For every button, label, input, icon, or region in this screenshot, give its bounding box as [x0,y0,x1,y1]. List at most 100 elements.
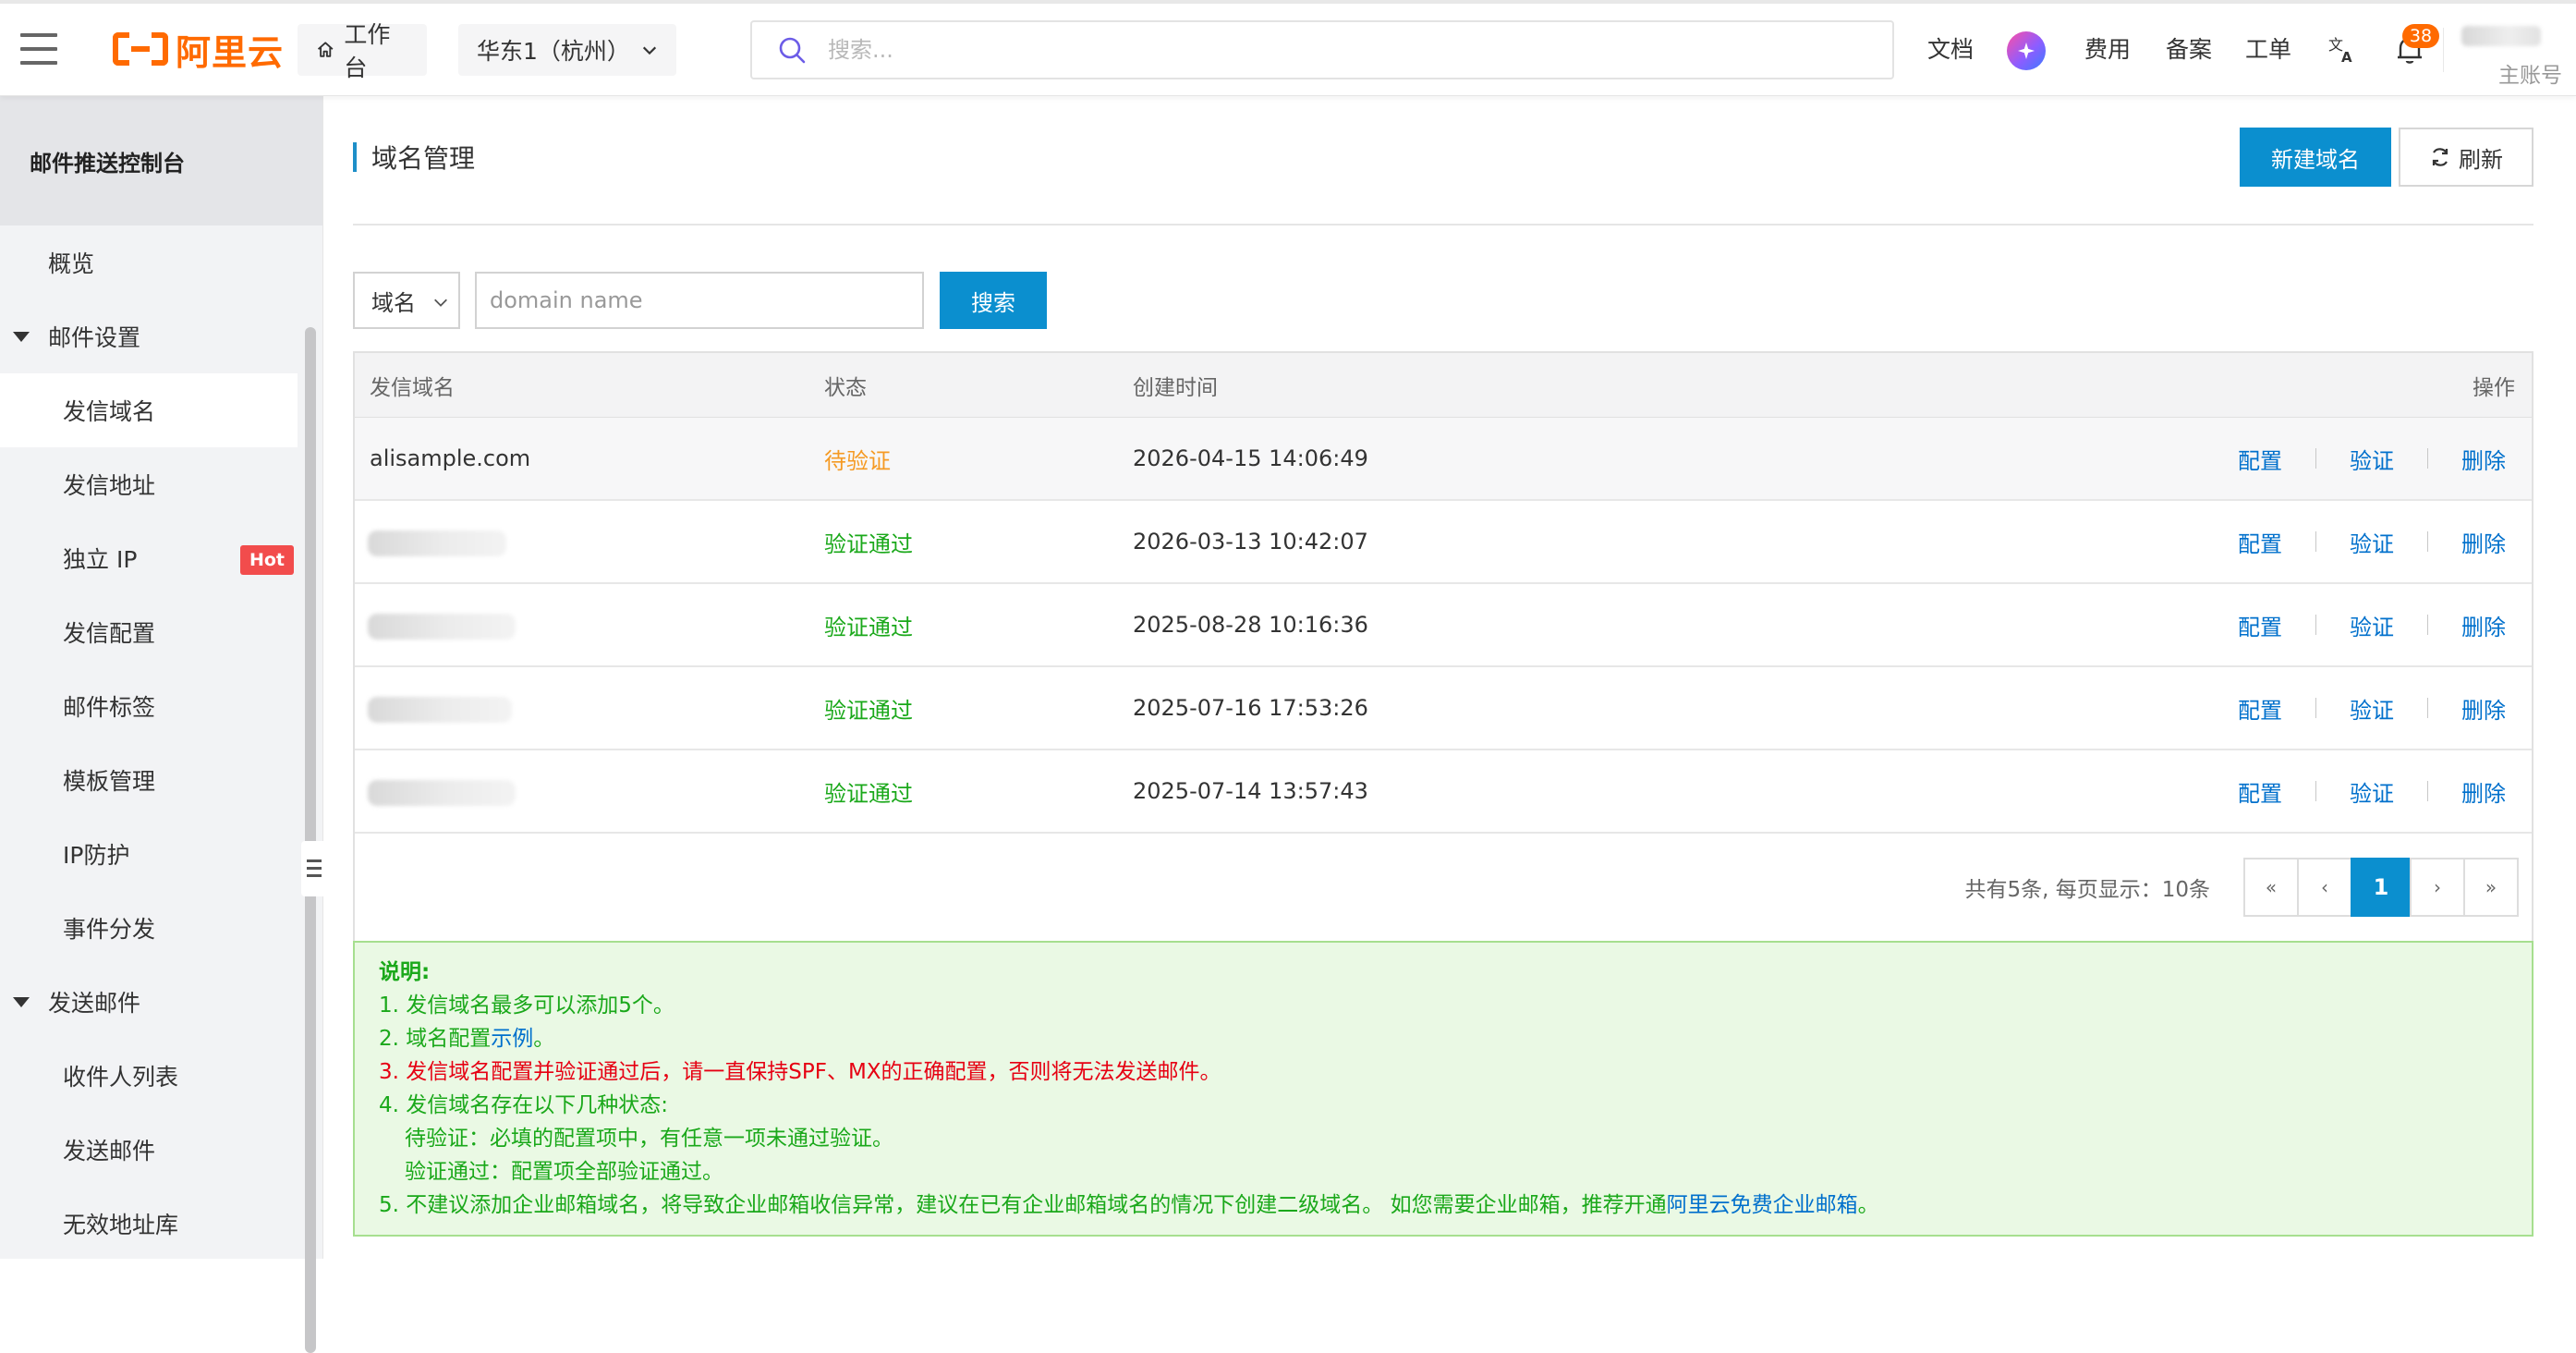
menu-hamburger-icon[interactable] [20,33,57,65]
action-separator [2427,531,2428,552]
table-row: 验证通过 2026-03-13 10:42:07 配置 验证 删除 [355,501,2532,584]
sidebar-item-overview[interactable]: 概览 [0,226,298,299]
page-title: 域名管理 [371,143,476,174]
action-separator [2427,781,2428,801]
configure-link[interactable]: 配置 [2238,443,2282,475]
account-name-redacted[interactable] [2461,26,2541,46]
filter-field-select[interactable]: 域名 [353,272,460,329]
free-enterprise-mail-link[interactable]: 阿里云免费企业邮箱 [1667,1193,1858,1217]
sidebar-item-send-mail[interactable]: 发送邮件 [0,1113,298,1187]
refresh-icon [2432,148,2448,166]
pagination-bar: 共有5条, 每页显示：10条 « ‹ 1 › » [355,834,2532,941]
delete-link[interactable]: 删除 [2461,443,2506,475]
notice-line-3: 3. 发信域名配置并验证通过后，请一直保持SPF、MX的正确配置，否则将无法发送… [379,1060,1221,1084]
workbench-label: 工作台 [344,21,391,81]
aliyun-logo[interactable]: 阿里云 [113,28,284,73]
delete-link[interactable]: 删除 [2461,692,2506,725]
workbench-button[interactable]: 工作台 [298,21,427,81]
sidebar-item-sending-config[interactable]: 发信配置 [0,595,298,669]
notice-line-2-text: 2. 域名配置 [379,1027,492,1051]
page-title-block: 域名管理 [353,142,475,174]
created-time-cell: 2025-07-14 13:57:43 [1133,778,1368,804]
sidebar-item-event-dispatch[interactable]: 事件分发 [0,891,298,965]
sidebar-item-dedicated-ip[interactable]: 独立 IP Hot [0,521,298,595]
domain-search-input[interactable] [475,272,924,329]
next-page-button[interactable]: › [2410,858,2465,917]
notice-line-2: 2. 域名配置示例。 [379,1022,2508,1055]
status-cell: 验证通过 [824,780,913,807]
configure-link[interactable]: 配置 [2238,692,2282,725]
domain-cell-redacted [368,697,512,723]
table-header: 发信域名 状态 创建时间 操作 [355,353,2532,418]
header-created-time: 创建时间 [1133,375,1218,400]
main-content: 域名管理 新建域名 刷新 域名 搜索 发信域名 状态 创建时间 操作 alisa… [323,96,2576,1259]
global-search-box[interactable] [750,20,1894,79]
sidebar-group-send-mail[interactable]: 发送邮件 [0,965,298,1039]
account-type-label[interactable]: 主账号 [2498,57,2562,89]
sidebar-menu: 概览 邮件设置 发信域名 发信地址 独立 IP Hot 发信配置 邮件标签 模板管… [0,226,322,1261]
new-domain-button[interactable]: 新建域名 [2240,128,2391,187]
action-separator [2315,448,2316,469]
sidebar-item-recipient-lists[interactable]: 收件人列表 [0,1039,298,1113]
header-operations: 操作 [2473,375,2515,400]
created-time-cell: 2025-08-28 10:16:36 [1133,612,1368,638]
table-row: 验证通过 2025-07-16 17:53:26 配置 验证 删除 [355,667,2532,750]
configure-link[interactable]: 配置 [2238,526,2282,558]
action-separator [2427,448,2428,469]
nav-billing[interactable]: 费用 [2084,31,2131,65]
nav-icp-filing[interactable]: 备案 [2166,31,2212,65]
prev-page-button[interactable]: ‹ [2297,858,2352,917]
sidebar-item-sender-domains[interactable]: 发信域名 [0,373,298,447]
example-link[interactable]: 示例 [491,1027,533,1051]
filter-field-value: 域名 [371,289,416,316]
sidebar-item-templates[interactable]: 模板管理 [0,743,298,817]
row-actions: 配置 验证 删除 [2238,443,2506,475]
refresh-button[interactable]: 刷新 [2399,128,2533,187]
ai-assistant-icon[interactable] [2007,31,2046,70]
verify-link[interactable]: 验证 [2350,775,2394,808]
delete-link[interactable]: 删除 [2461,775,2506,808]
region-selector[interactable]: 华东1（杭州） [458,24,676,76]
chevron-down-icon [434,299,447,307]
last-page-button[interactable]: » [2463,858,2519,917]
chevron-down-icon [642,46,657,55]
table-row: 验证通过 2025-08-28 10:16:36 配置 验证 删除 [355,584,2532,667]
language-translate-icon[interactable]: 文 A [2327,33,2358,65]
domain-table: 发信域名 状态 创建时间 操作 alisample.com 待验证 2026-0… [353,351,2533,943]
action-separator [2315,531,2316,552]
nav-tickets[interactable]: 工单 [2245,31,2291,65]
logo-text: 阿里云 [176,31,285,73]
verify-link[interactable]: 验证 [2350,526,2394,558]
verify-link[interactable]: 验证 [2350,692,2394,725]
verify-link[interactable]: 验证 [2350,443,2394,475]
row-actions: 配置 验证 删除 [2238,692,2506,725]
sidebar-item-label: 发信配置 [63,620,156,647]
sidebar-group-mail-settings[interactable]: 邮件设置 [0,299,298,373]
action-separator [2427,698,2428,718]
sidebar-item-label: 发送邮件 [63,1138,156,1164]
search-button[interactable]: 搜索 [940,272,1047,329]
notice-line-4a: 待验证：必填的配置项中，有任意一项未通过验证。 [405,1127,893,1151]
domain-cell-redacted [368,780,516,806]
sidebar-item-ip-protection[interactable]: IP防护 [0,817,298,891]
sidebar-item-sender-addresses[interactable]: 发信地址 [0,447,298,521]
delete-link[interactable]: 删除 [2461,609,2506,641]
table-row: alisample.com 待验证 2026-04-15 14:06:49 配置… [355,418,2532,501]
delete-link[interactable]: 删除 [2461,526,2506,558]
sidebar-item-label: 发信域名 [63,398,156,425]
verify-link[interactable]: 验证 [2350,609,2394,641]
sidebar-scrollbar[interactable] [305,327,316,1353]
sidebar-item-label: 邮件标签 [63,694,156,721]
sidebar-item-mail-tags[interactable]: 邮件标签 [0,669,298,743]
created-time-cell: 2025-07-16 17:53:26 [1133,695,1368,721]
configure-link[interactable]: 配置 [2238,775,2282,808]
console-title: 邮件推送控制台 [0,96,322,226]
first-page-button[interactable]: « [2243,858,2299,917]
nav-docs[interactable]: 文档 [1927,31,1974,65]
current-page-button[interactable]: 1 [2351,858,2412,917]
configure-link[interactable]: 配置 [2238,609,2282,641]
sidebar-item-invalid-addresses[interactable]: 无效地址库 [0,1187,298,1261]
global-search-input[interactable] [828,37,1844,63]
topbar-divider [2443,28,2444,72]
domain-cell: alisample.com [370,445,531,471]
